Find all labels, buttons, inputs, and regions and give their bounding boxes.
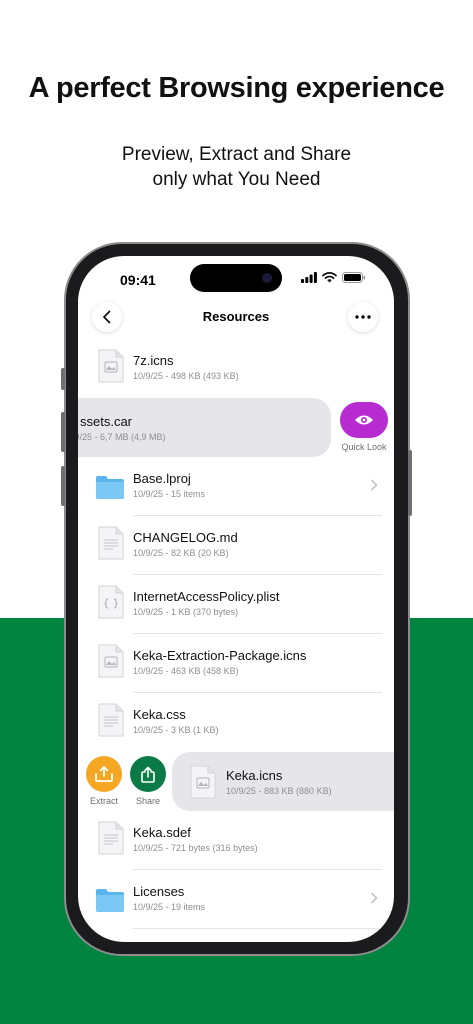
signal-icon <box>301 272 317 283</box>
image-file-icon <box>98 644 124 678</box>
quick-look-action[interactable]: Quick Look <box>336 402 392 452</box>
file-row-assets-car-swiped[interactable]: ssets.car /9/25 - 6,7 MB (4,9 MB) <box>78 398 331 457</box>
headline: A perfect Browsing experience <box>28 72 445 104</box>
file-name: 7z.icns <box>133 353 174 368</box>
image-file-icon <box>190 765 216 799</box>
file-meta: 10/9/25 - 721 bytes (316 bytes) <box>133 843 258 853</box>
chevron-right-icon <box>371 892 378 904</box>
file-name: CHANGELOG.md <box>133 530 238 545</box>
file-meta: 10/9/25 - 463 KB (458 KB) <box>133 666 239 676</box>
file-name: Base.lproj <box>133 471 191 486</box>
file-row-keka-extraction-package-icns[interactable]: Keka-Extraction-Package.icns 10/9/25 - 4… <box>78 634 394 693</box>
battery-icon <box>342 272 366 283</box>
file-meta: 10/9/25 - 82 KB (20 KB) <box>133 548 229 558</box>
file-meta: /9/25 - 6,7 MB (4,9 MB) <box>78 432 166 442</box>
file-meta: 10/9/25 - 498 KB (493 KB) <box>133 371 239 381</box>
file-meta: 10/9/25 - 883 KB (880 KB) <box>226 786 332 796</box>
extract-icon <box>95 766 113 782</box>
extract-action[interactable]: Extract <box>82 756 126 806</box>
image-file-icon <box>98 349 124 383</box>
file-row-keka-icns-swiped[interactable]: Keka.icns 10/9/25 - 883 KB (880 KB) <box>172 752 394 811</box>
text-file-icon <box>98 526 124 560</box>
phone-side-button-vol-up <box>61 412 65 452</box>
share-button[interactable] <box>130 756 166 792</box>
file-row-internet-access-policy-plist[interactable]: InternetAccessPolicy.plist 10/9/25 - 1 K… <box>78 575 394 634</box>
text-file-icon <box>98 703 124 737</box>
file-name: Keka-Extraction-Package.icns <box>133 648 307 663</box>
subheadline-line-2: only what You Need <box>152 169 321 190</box>
camera-dot <box>262 273 272 283</box>
wifi-icon <box>322 272 337 283</box>
ellipsis-icon <box>355 315 371 319</box>
file-row-licenses[interactable]: Licenses 10/9/25 - 19 items <box>78 870 394 929</box>
subheadline: Preview, Extract and Share only what You… <box>0 142 473 192</box>
file-row-keka-css[interactable]: Keka.css 10/9/25 - 3 KB (1 KB) <box>78 693 394 752</box>
file-row-7z-icns[interactable]: 7z.icns 10/9/25 - 498 KB (493 KB) <box>78 339 394 398</box>
phone-screen: 09:41 Resources 7z.icns 10/9/25 - 498 KB… <box>78 256 394 942</box>
subheadline-line-1: Preview, Extract and Share <box>121 144 352 165</box>
file-meta: 10/9/25 - 3 KB (1 KB) <box>133 725 219 735</box>
quick-look-button[interactable] <box>340 402 388 438</box>
status-time: 09:41 <box>120 272 156 288</box>
file-name: Keka.icns <box>226 768 283 783</box>
file-meta: 10/9/25 - 1 KB (370 bytes) <box>133 607 239 617</box>
file-row-keka-sdef[interactable]: Keka.sdef 10/9/25 - 721 bytes (316 bytes… <box>78 811 394 870</box>
file-row-changelog-md[interactable]: CHANGELOG.md 10/9/25 - 82 KB (20 KB) <box>78 516 394 575</box>
file-meta: 10/9/25 - 15 items <box>133 489 206 499</box>
eye-icon <box>355 415 373 425</box>
file-name: Keka.sdef <box>133 825 191 840</box>
file-row-base-lproj[interactable]: Base.lproj 10/9/25 - 15 items <box>78 457 394 516</box>
phone-side-button-vol-down <box>61 466 65 506</box>
file-meta: 10/9/25 - 19 items <box>133 902 206 912</box>
file-name: ssets.car <box>80 414 133 429</box>
share-icon <box>141 766 155 783</box>
separator <box>133 928 382 929</box>
dynamic-island <box>190 264 282 292</box>
folder-icon <box>96 889 124 912</box>
phone-side-button-silent <box>61 368 65 390</box>
status-icons <box>301 272 366 283</box>
share-label: Share <box>135 796 161 806</box>
file-name: Keka.css <box>133 707 186 722</box>
chevron-right-icon <box>371 479 378 491</box>
more-button[interactable] <box>348 302 378 332</box>
text-file-icon <box>98 821 124 855</box>
share-action[interactable]: Share <box>126 756 170 806</box>
file-name: InternetAccessPolicy.plist <box>133 589 280 604</box>
extract-button[interactable] <box>86 756 122 792</box>
extract-label: Extract <box>89 796 118 806</box>
nav-title: Resources <box>202 309 270 324</box>
plist-file-icon <box>98 585 124 619</box>
file-name: Licenses <box>133 884 185 899</box>
phone-side-button-power <box>408 450 412 516</box>
folder-icon <box>96 476 124 499</box>
quick-look-label: Quick Look <box>341 442 387 452</box>
